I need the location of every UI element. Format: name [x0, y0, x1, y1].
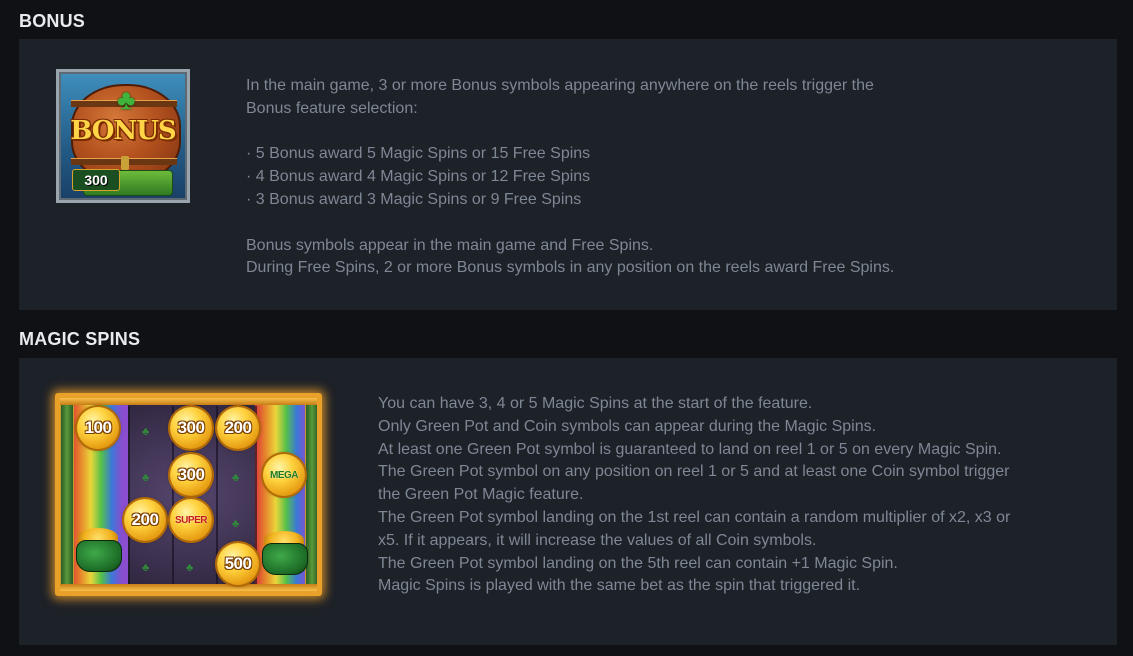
frame-pillar-left — [60, 398, 74, 591]
description-line: The Green Pot symbol on any position on … — [378, 463, 1010, 481]
frame-bottom — [60, 584, 317, 591]
coin-symbol: 300 — [170, 407, 212, 449]
description-line: Only Green Pot and Coin symbols can appe… — [378, 417, 877, 435]
pot-value-label: 300 — [72, 169, 120, 191]
clover-icon: ♣ — [232, 472, 240, 484]
clover-icon: ♣ — [186, 562, 194, 574]
clover-icon: ♣ — [142, 426, 150, 438]
super-coin-symbol: SUPER — [170, 499, 212, 541]
coin-symbol: 200 — [217, 407, 259, 449]
bonus-symbol-label: BONUS — [70, 116, 176, 146]
frame-top — [60, 398, 317, 405]
coin-symbol: 300 — [170, 454, 212, 496]
description-line: the Green Pot Magic feature. — [378, 486, 584, 504]
description-line: At least one Green Pot symbol is guarant… — [378, 440, 1002, 458]
magic-spins-description: You can have 3, 4 or 5 Magic Spins at th… — [378, 393, 1010, 598]
green-pot-symbol-right — [260, 531, 308, 575]
coin-symbol: 500 — [217, 543, 259, 585]
description-line — [246, 212, 894, 235]
tap-icon — [121, 156, 129, 170]
magic-spins-reels-image: ♣ ♣ ♣ ♣ ♣ ♣ 100 300 200 300 MEGA 200 SUP… — [55, 393, 322, 596]
mega-coin-symbol: MEGA — [263, 454, 305, 496]
description-line: You can have 3, 4 or 5 Magic Spins at th… — [378, 395, 813, 412]
bonus-description: In the main game, 3 or more Bonus symbol… — [246, 75, 894, 280]
coin-symbol: 100 — [77, 407, 119, 449]
bonus-section-title: BONUS — [19, 11, 86, 31]
description-line: · 3 Bonus award 3 Magic Spins or 9 Free … — [246, 190, 582, 208]
clover-icon: ♣ — [142, 472, 150, 484]
description-line: x5. If it appears, it will increase the … — [378, 531, 817, 549]
clover-icon: ♣ — [232, 518, 240, 530]
clover-icon: ♣ — [117, 84, 136, 115]
description-line: During Free Spins, 2 or more Bonus symbo… — [246, 259, 895, 277]
description-line: Bonus symbols appear in the main game an… — [246, 236, 654, 254]
description-line: Magic Spins is played with the same bet … — [378, 577, 861, 595]
description-line: · 5 Bonus award 5 Magic Spins or 15 Free… — [246, 145, 591, 163]
green-pot-symbol-left — [74, 528, 122, 572]
description-line — [246, 121, 894, 144]
description-line: The Green Pot symbol landing on the 5th … — [378, 554, 898, 572]
pot-body — [76, 540, 122, 572]
magic-spins-section-title: MAGIC SPINS — [19, 329, 141, 349]
coin-symbol: 200 — [124, 499, 166, 541]
description-line: The Green Pot symbol landing on the 1st … — [378, 508, 1011, 526]
reel-divider — [128, 406, 130, 584]
description-line: Bonus feature selection: — [246, 99, 418, 117]
description-line: In the main game, 3 or more Bonus symbol… — [246, 77, 874, 94]
clover-icon: ♣ — [142, 562, 150, 574]
description-line: · 4 Bonus award 4 Magic Spins or 12 Free… — [246, 168, 591, 186]
pot-body — [262, 543, 308, 575]
